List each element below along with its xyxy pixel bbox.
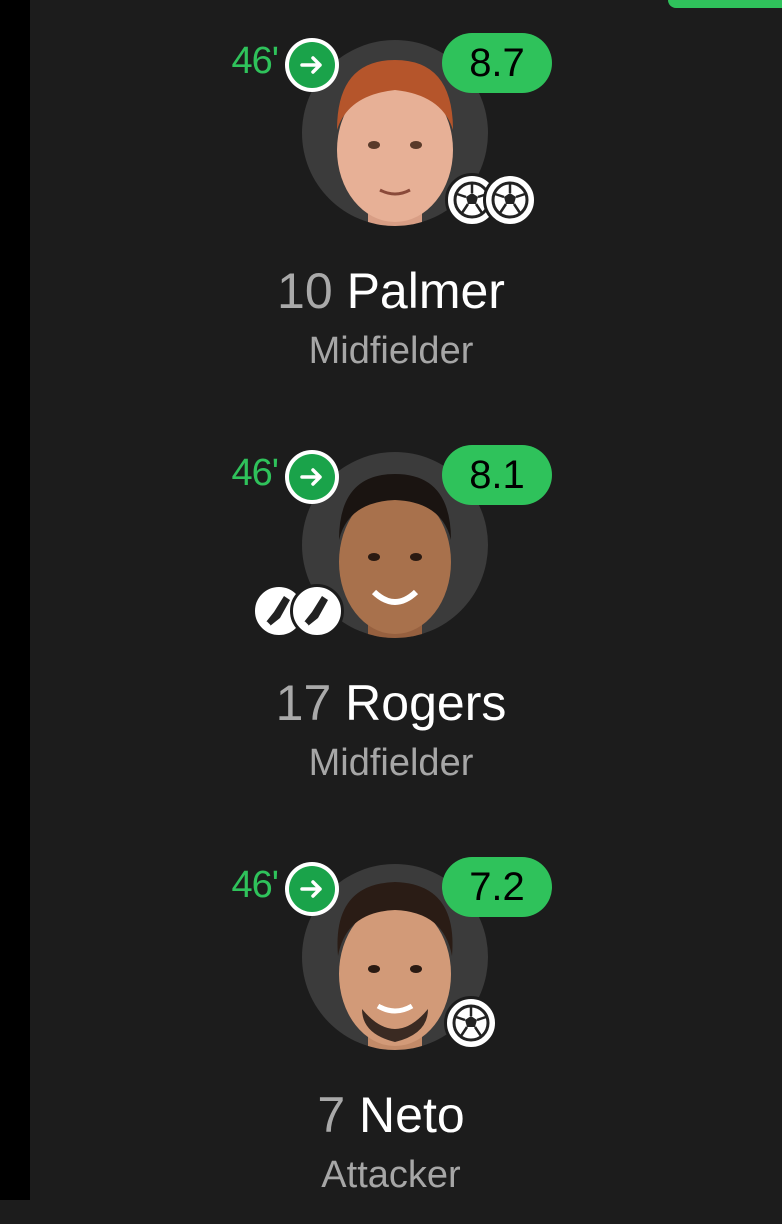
- player-rating-badge: 8.1: [442, 445, 552, 505]
- player-card-neto[interactable]: 46' 7.2 7 Neto Attacker: [0, 824, 782, 1224]
- shirt-number: 7: [317, 1087, 346, 1143]
- substitution-minute: 46': [231, 864, 279, 906]
- player-name: 17 Rogers: [0, 674, 782, 732]
- player-position: Midfielder: [308, 742, 474, 784]
- player-surname: Neto: [359, 1087, 465, 1143]
- player-rating-badge: 7.2: [442, 857, 552, 917]
- player-card-rogers[interactable]: 46' 8.1 17 Rogers Midfielder: [0, 412, 782, 812]
- player-position: Midfielder: [308, 330, 474, 372]
- substitution-in-icon: [285, 862, 339, 916]
- player-rating-badge: 8.7: [442, 33, 552, 93]
- substitution-minute: 46': [231, 40, 279, 82]
- player-surname: Rogers: [345, 675, 507, 731]
- player-card-palmer[interactable]: 46' 8.7 10 Palmer Midfielder: [0, 0, 782, 400]
- goal-icon: [483, 173, 537, 227]
- player-name: 7 Neto: [0, 1086, 782, 1144]
- shirt-number: 10: [277, 263, 333, 319]
- boot-icon: [290, 584, 344, 638]
- substitution-in-icon: [285, 450, 339, 504]
- player-position: Attacker: [321, 1154, 461, 1196]
- player-name: 10 Palmer: [0, 262, 782, 320]
- substitution-in-icon: [285, 38, 339, 92]
- substitution-minute: 46': [231, 452, 279, 494]
- shirt-number: 17: [275, 675, 332, 731]
- goal-icon: [444, 996, 498, 1050]
- player-surname: Palmer: [346, 263, 505, 319]
